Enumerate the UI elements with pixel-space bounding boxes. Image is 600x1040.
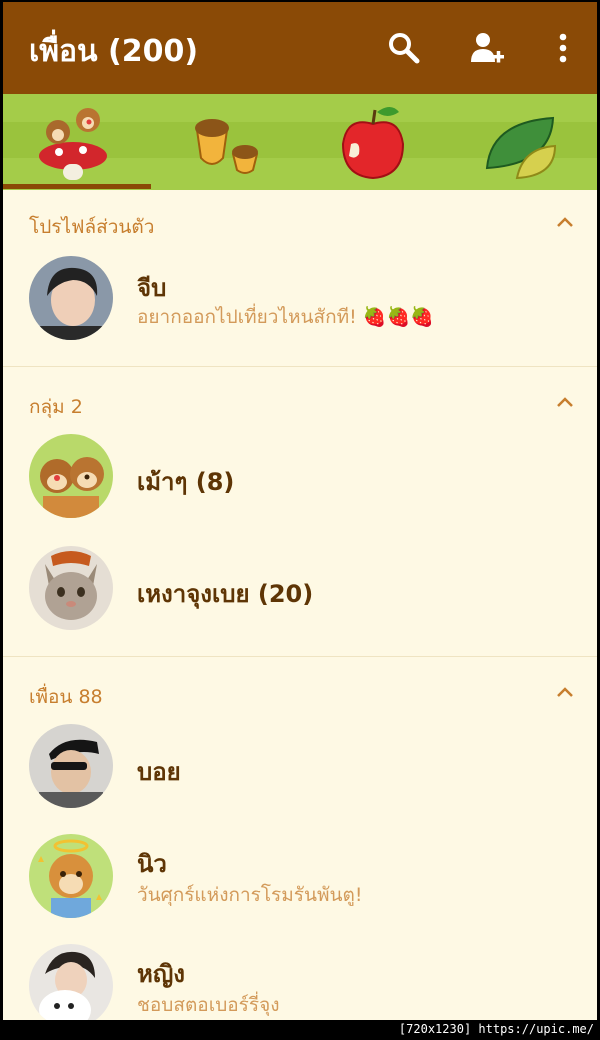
theme-tabs [3, 94, 597, 190]
apple-icon [341, 107, 405, 180]
group-name: เม้าๆ (8) [137, 468, 235, 496]
section-label: เพื่อน 88 [29, 686, 103, 708]
watermark-bar: [720x1230] https://upic.me/ [0, 1020, 600, 1040]
avatar [29, 834, 113, 918]
contact-name: บอย [137, 758, 181, 786]
contact-status: ชอบสตอเบอร์รี่จุง [137, 994, 280, 1016]
search-icon[interactable] [386, 30, 422, 66]
tab-chipmunks[interactable] [3, 94, 151, 190]
contact-name: นิว [137, 850, 167, 878]
avatar [29, 724, 113, 808]
acorn-icon [195, 119, 259, 174]
section-label: กลุ่ม 2 [29, 396, 83, 418]
watermark: [720x1230] https://upic.me/ [398, 1022, 594, 1036]
chipmunks-icon [39, 108, 107, 180]
tab-apple[interactable] [299, 94, 447, 190]
section-header-friends[interactable]: เพื่อน 88 [3, 672, 597, 712]
contact-status: วันศุกร์แห่งการโรมรันพันตู! [137, 884, 363, 906]
contact-name: หญิง [137, 960, 185, 988]
leaf-icon [485, 116, 557, 180]
section-header-groups[interactable]: กลุ่ม 2 [3, 382, 597, 422]
contact-status: อยากออกไปเที่ยวไหนสักที! 🍓🍓🍓 [137, 306, 434, 328]
add-user-icon[interactable] [469, 30, 505, 66]
list-item[interactable]: จีบ อยากออกไปเที่ยวไหนสักที! 🍓🍓🍓 [3, 248, 597, 348]
list-item[interactable]: หญิง ชอบสตอเบอร์รี่จุง [3, 936, 597, 1020]
friends-screen: เพื่อน (200) โปรไฟล์ส่วนตัว จีบ อยากออกไ… [3, 2, 597, 1020]
chevron-up-icon[interactable] [554, 214, 576, 230]
selected-tab-indicator [3, 184, 151, 189]
avatar [29, 434, 113, 518]
list-item[interactable]: นิว วันศุกร์แห่งการโรมรันพันตู! [3, 826, 597, 926]
avatar [29, 256, 113, 340]
list-item[interactable]: เหงาจุงเบย (20) [3, 538, 597, 638]
divider [3, 656, 597, 657]
avatar [29, 546, 113, 630]
chevron-up-icon[interactable] [554, 684, 576, 700]
divider [3, 366, 597, 367]
group-name: เหงาจุงเบย (20) [137, 580, 314, 608]
avatar [29, 944, 113, 1020]
chevron-up-icon[interactable] [554, 394, 576, 410]
more-vert-icon[interactable] [549, 30, 585, 66]
list-item[interactable]: เม้าๆ (8) [3, 426, 597, 526]
tab-acorn[interactable] [151, 94, 299, 190]
tab-leaf[interactable] [447, 94, 595, 190]
section-label: โปรไฟล์ส่วนตัว [29, 216, 155, 238]
app-bar: เพื่อน (200) [3, 2, 597, 94]
section-header-profile[interactable]: โปรไฟล์ส่วนตัว [3, 202, 597, 242]
page-title: เพื่อน (200) [29, 34, 199, 69]
list-item[interactable]: บอย [3, 716, 597, 816]
